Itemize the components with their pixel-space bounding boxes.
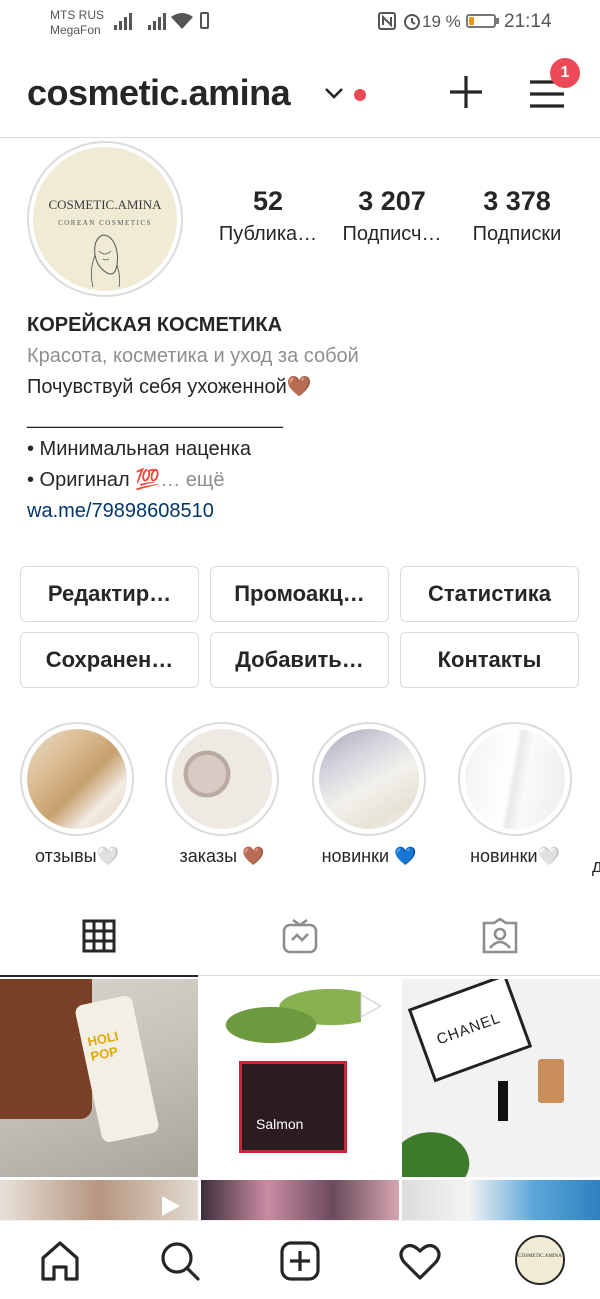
contacts-button[interactable]: Контакты bbox=[400, 632, 579, 688]
post-thumbnail[interactable] bbox=[0, 1180, 198, 1220]
edit-profile-button[interactable]: Редактир… bbox=[20, 566, 199, 622]
tagged-icon bbox=[482, 918, 518, 954]
brand-label: CHANEL bbox=[434, 1009, 504, 1049]
status-bar: MTS RUS MegaFon 19 % 21:14 bbox=[0, 0, 600, 48]
highlight-reviews-label: отзывы🤍 bbox=[35, 846, 119, 866]
highlight-reviews[interactable]: отзывы🤍 bbox=[18, 722, 136, 867]
post-thumbnail[interactable] bbox=[402, 1180, 600, 1220]
nav-avatar-text: COSMETIC.AMINA bbox=[518, 1254, 562, 1259]
product-tube-shape: HOLI POP bbox=[74, 994, 160, 1144]
signal-icon-2 bbox=[148, 12, 166, 30]
highlight-partial-label[interactable]: д bbox=[592, 856, 600, 877]
wifi-icon bbox=[171, 13, 193, 29]
insights-button[interactable]: Статистика bbox=[400, 566, 579, 622]
carrier-1: MTS RUS bbox=[50, 8, 104, 22]
highlight-new-1-label: новинки 💙 bbox=[321, 846, 417, 866]
plant-decoration bbox=[402, 1109, 498, 1177]
product-box-shape: Salmon bbox=[239, 1061, 347, 1153]
stat-posts-label: Публика… bbox=[218, 223, 318, 245]
create-post-button[interactable] bbox=[448, 74, 484, 110]
phone-case-shape bbox=[0, 979, 92, 1119]
grid-icon bbox=[82, 919, 116, 953]
stat-followers[interactable]: 3 207 Подписч… bbox=[337, 186, 447, 246]
battery-icon bbox=[466, 14, 496, 28]
highlight-orders-cover bbox=[172, 729, 272, 829]
lipstick-shape bbox=[498, 1081, 508, 1121]
battery-percent: 19 % bbox=[422, 12, 461, 31]
stat-posts[interactable]: 52 Публика… bbox=[214, 186, 322, 246]
highlight-new-2[interactable]: новинки🤍 bbox=[456, 722, 574, 867]
stat-followers-value: 3 207 bbox=[358, 186, 426, 216]
post-thumbnail[interactable]: CHANEL bbox=[402, 979, 600, 1177]
highlight-reviews-cover bbox=[27, 729, 127, 829]
profile-bio: КОРЕЙСКАЯ КОСМЕТИКА Красота, косметика и… bbox=[27, 310, 587, 527]
new-post-icon[interactable] bbox=[278, 1239, 322, 1283]
product-box-label: Salmon bbox=[256, 1116, 304, 1132]
nfc-icon bbox=[378, 12, 396, 30]
highlight-new-2-label: новинки🤍 bbox=[470, 846, 560, 866]
saved-button[interactable]: Сохранен… bbox=[20, 632, 199, 688]
highlight-orders[interactable]: заказы 🤎 bbox=[163, 722, 281, 867]
tab-grid[interactable] bbox=[0, 900, 200, 977]
carrier-2: MegaFon bbox=[50, 23, 101, 37]
stat-followers-label: Подписч… bbox=[342, 223, 442, 245]
profile-avatar[interactable]: COSMETIC.AMINA COREAN COSMETICS bbox=[27, 141, 183, 297]
stat-following[interactable]: 3 378 Подписки bbox=[462, 186, 572, 246]
bio-website-link[interactable]: wa.me/79898608510 bbox=[27, 496, 587, 527]
sim-battery-icon bbox=[200, 12, 209, 29]
video-icon bbox=[162, 1196, 180, 1216]
tab-tagged[interactable] bbox=[400, 900, 600, 976]
highlight-new-2-cover bbox=[465, 729, 565, 829]
tab-active-indicator bbox=[0, 975, 198, 977]
bio-more-link[interactable]: … ещё bbox=[160, 469, 224, 491]
bottom-navigation: COSMETIC.AMINA bbox=[0, 1220, 600, 1299]
promotions-button[interactable]: Промоакц… bbox=[210, 566, 389, 622]
bio-line-3: • Минимальная наценка bbox=[27, 438, 252, 460]
highlight-orders-label: заказы 🤎 bbox=[179, 846, 265, 866]
profile-name: КОРЕЙСКАЯ КОСМЕТИКА bbox=[27, 314, 283, 336]
clock: 21:14 bbox=[504, 11, 552, 32]
bio-divider: _______________________ bbox=[27, 407, 283, 429]
new-activity-dot bbox=[354, 89, 366, 101]
highlight-new-1[interactable]: новинки 💙 bbox=[310, 722, 428, 867]
stat-posts-value: 52 bbox=[252, 186, 284, 216]
avatar-image: COSMETIC.AMINA COREAN COSMETICS bbox=[33, 147, 177, 291]
battery-tip bbox=[496, 18, 499, 24]
add-shop-button[interactable]: Добавить… bbox=[210, 632, 389, 688]
chevron-down-icon[interactable] bbox=[324, 86, 344, 100]
alarm-icon bbox=[404, 14, 420, 30]
post-thumbnail[interactable]: Salmon bbox=[201, 979, 399, 1177]
profile-tabs bbox=[0, 900, 600, 977]
signal-icon bbox=[114, 12, 132, 30]
profile-category: Красота, косметика и уход за собой bbox=[27, 345, 359, 367]
post-thumbnail[interactable] bbox=[201, 1180, 399, 1220]
igtv-icon bbox=[282, 918, 318, 954]
stat-following-label: Подписки bbox=[472, 223, 562, 245]
bio-line-1: Почувствуй себя ухоженной🤎 bbox=[27, 376, 312, 398]
profile-header: cosmetic.amina 1 bbox=[0, 58, 600, 138]
woman-sketch-icon bbox=[91, 234, 121, 288]
username[interactable]: cosmetic.amina bbox=[27, 72, 291, 114]
profile-nav-avatar[interactable]: COSMETIC.AMINA bbox=[515, 1235, 565, 1285]
tab-igtv[interactable] bbox=[200, 900, 400, 976]
carrier-names: MTS RUS MegaFon bbox=[50, 8, 104, 38]
stat-following-value: 3 378 bbox=[483, 186, 551, 216]
highlight-new-1-cover bbox=[319, 729, 419, 829]
home-icon[interactable] bbox=[38, 1239, 82, 1283]
bio-line-4-row: • Оригинал 💯… ещё bbox=[27, 465, 587, 496]
search-icon[interactable] bbox=[158, 1239, 202, 1283]
product-label: HOLI POP bbox=[86, 1028, 120, 1065]
leaf-decoration bbox=[211, 989, 361, 1049]
chanel-box-shape: CHANEL bbox=[407, 979, 533, 1083]
notification-badge: 1 bbox=[550, 58, 580, 88]
bio-line-4: • Оригинал 💯 bbox=[27, 469, 161, 491]
post-thumbnail[interactable]: HOLI POP bbox=[0, 979, 198, 1177]
foundation-bottle-shape bbox=[538, 1059, 564, 1103]
heart-icon[interactable] bbox=[398, 1239, 442, 1283]
video-icon bbox=[360, 994, 383, 1018]
